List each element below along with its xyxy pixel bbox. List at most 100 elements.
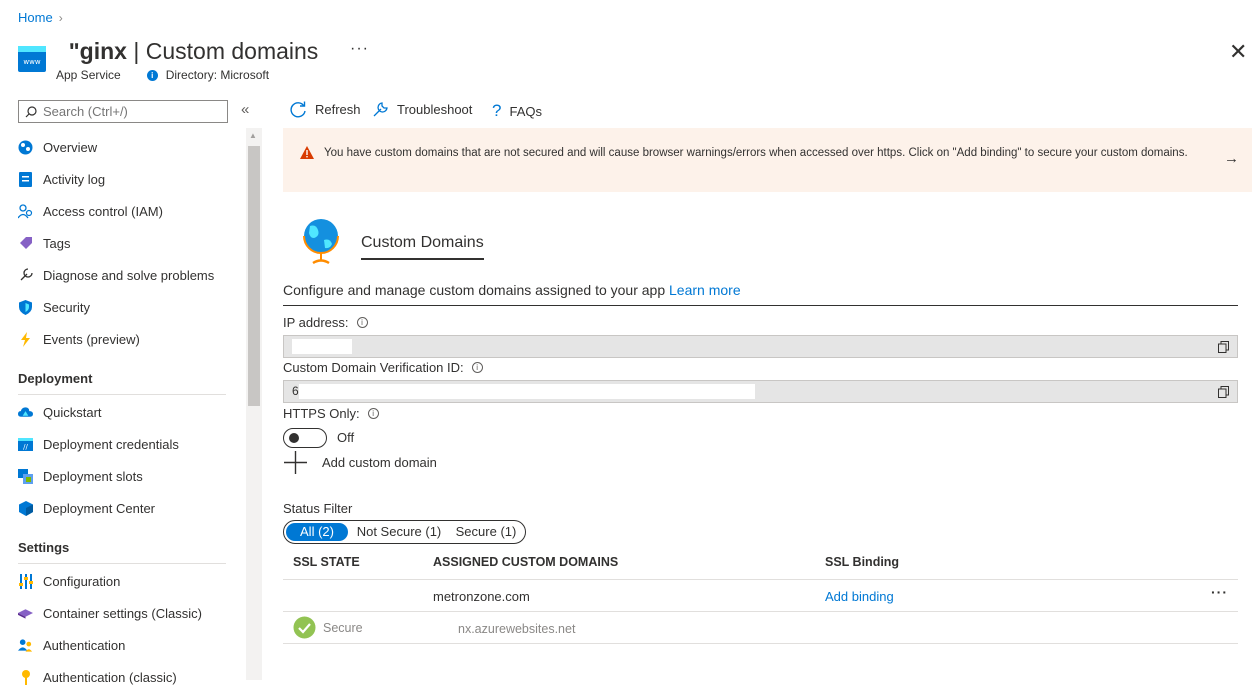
ip-address-field[interactable] <box>283 335 1238 358</box>
credentials-icon: // <box>18 437 33 452</box>
banner-message: You have custom domains that are not sec… <box>324 147 1188 159</box>
wrench-icon <box>373 102 388 117</box>
https-only-label: HTTPS Only: <box>283 406 360 421</box>
toggle-knob <box>289 433 299 443</box>
section-divider <box>18 394 226 395</box>
column-header-ssl-binding: SSL Binding <box>825 555 900 569</box>
app-name: ʺginx <box>56 38 127 64</box>
sidebar-item-label: Events (preview) <box>43 331 140 347</box>
status-filter-pills: All (2) Not Secure (1) Secure (1) <box>283 520 526 544</box>
ssl-state-cell: Secure <box>323 621 363 635</box>
sidebar-item-container-settings[interactable]: Container settings (Classic) <box>18 601 202 625</box>
title-separator: | <box>133 38 146 64</box>
section-header-deployment: Deployment <box>18 371 93 386</box>
sidebar-item-label: Access control (IAM) <box>43 203 163 219</box>
filter-option-not-secure[interactable]: Not Secure (1) <box>352 523 446 541</box>
learn-more-link[interactable]: Learn more <box>669 282 741 298</box>
description-text: Configure and manage custom domains assi… <box>283 282 666 298</box>
info-icon: i <box>146 69 158 81</box>
sidebar-scroll-thumb[interactable] <box>248 146 260 406</box>
sidebar-item-label: Tags <box>43 235 71 251</box>
lightning-icon <box>18 331 33 347</box>
sidebar-item-activity-log[interactable]: Activity log <box>18 167 105 191</box>
sidebar-item-tags[interactable]: Tags <box>18 231 70 255</box>
iam-icon <box>18 203 33 219</box>
add-custom-domain-button[interactable]: Add custom domain <box>283 450 437 475</box>
section-header-settings: Settings <box>18 540 70 555</box>
add-custom-domain-label: Add custom domain <box>322 455 437 470</box>
container-icon <box>18 606 33 621</box>
shield-icon <box>18 299 33 315</box>
section-divider <box>18 563 226 564</box>
info-icon[interactable]: i <box>367 408 379 419</box>
sidebar-item-deployment-credentials[interactable]: // Deployment credentials <box>18 432 179 456</box>
verification-label-row: Custom Domain Verification ID: i <box>283 360 483 375</box>
copy-icon[interactable] <box>1218 341 1229 356</box>
section-title: Custom Domains <box>361 234 484 260</box>
sidebar-item-events[interactable]: Events (preview) <box>18 327 140 351</box>
blade-title: Custom domains <box>145 38 319 64</box>
refresh-button[interactable]: Refresh <box>290 101 361 118</box>
more-options-button[interactable]: ··· <box>350 40 369 58</box>
svg-text:www: www <box>23 58 40 66</box>
troubleshoot-button[interactable]: Troubleshoot <box>372 101 472 118</box>
directory-label: Directory: Microsoft <box>165 68 270 82</box>
ip-address-label-row: IP address: i <box>283 315 368 330</box>
wrench-icon <box>18 268 33 283</box>
filter-option-all[interactable]: All (2) <box>286 523 348 541</box>
resource-subtitle: App Service i Directory: Microsoft <box>56 68 269 82</box>
sidebar-item-label: Overview <box>43 139 98 155</box>
refresh-icon <box>290 101 306 118</box>
search-input[interactable] <box>43 104 213 119</box>
table-row-divider <box>283 643 1238 644</box>
sidebar-item-quickstart[interactable]: Quickstart <box>18 400 102 424</box>
table-divider <box>283 579 1238 580</box>
sidebar-item-iam[interactable]: Access control (IAM) <box>18 199 163 223</box>
faqs-button[interactable]: ? FAQs <box>492 101 542 121</box>
https-only-toggle[interactable] <box>283 428 327 448</box>
people-icon <box>18 638 33 653</box>
sidebar-item-diagnose[interactable]: Diagnose and solve problems <box>18 263 214 287</box>
domain-cell: metronzone.com <box>433 589 530 604</box>
info-icon[interactable]: i <box>471 362 483 373</box>
toggle-state-label: Off <box>337 430 355 445</box>
plus-icon <box>284 451 307 474</box>
svg-text://: // <box>23 443 28 451</box>
add-binding-link[interactable]: Add binding <box>825 589 894 604</box>
sidebar-item-overview[interactable]: Overview <box>18 135 97 159</box>
redacted-value <box>292 339 352 354</box>
sidebar-item-configuration[interactable]: Configuration <box>18 569 120 593</box>
sidebar-item-deployment-slots[interactable]: Deployment slots <box>18 464 143 488</box>
breadcrumb-home-link[interactable]: Home <box>18 10 53 25</box>
breadcrumb: Home › <box>18 10 63 25</box>
sidebar-item-authentication[interactable]: Authentication <box>18 633 125 657</box>
verification-id-field[interactable]: 6 <box>283 380 1238 403</box>
https-only-label-row: HTTPS Only: i <box>283 406 379 421</box>
sidebar-item-label: Deployment Center <box>43 500 155 516</box>
collapse-sidebar-button[interactable]: « <box>241 101 249 118</box>
filter-option-secure[interactable]: Secure (1) <box>450 523 522 541</box>
scroll-up-icon[interactable]: ▲ <box>249 131 257 140</box>
redacted-value <box>299 384 755 399</box>
arrow-right-icon[interactable]: → <box>1224 150 1239 167</box>
sidebar-item-label: Deployment credentials <box>43 436 179 452</box>
copy-icon[interactable] <box>1218 386 1229 401</box>
column-header-ssl-state: SSL STATE <box>293 555 360 569</box>
cloud-icon <box>18 405 33 420</box>
row-more-button[interactable]: ··· <box>1211 584 1228 600</box>
status-filter-label: Status Filter <box>283 501 353 516</box>
sidebar-item-security[interactable]: Security <box>18 295 90 319</box>
question-icon: ? <box>492 101 502 120</box>
search-box[interactable] <box>18 100 228 123</box>
info-icon[interactable]: i <box>356 317 368 328</box>
table-row-divider <box>283 611 1238 612</box>
tag-icon <box>18 236 33 251</box>
verification-id-value: 6 <box>292 384 299 398</box>
globe-icon <box>300 216 342 269</box>
close-button[interactable]: ✕ <box>1229 40 1249 64</box>
troubleshoot-label: Troubleshoot <box>397 102 473 117</box>
sidebar-item-deployment-center[interactable]: Deployment Center <box>18 496 155 520</box>
slots-icon <box>18 468 33 484</box>
domain-cell: nx.azurewebsites.net <box>458 622 576 636</box>
sidebar-item-authentication-classic[interactable]: Authentication (classic) <box>18 665 177 689</box>
